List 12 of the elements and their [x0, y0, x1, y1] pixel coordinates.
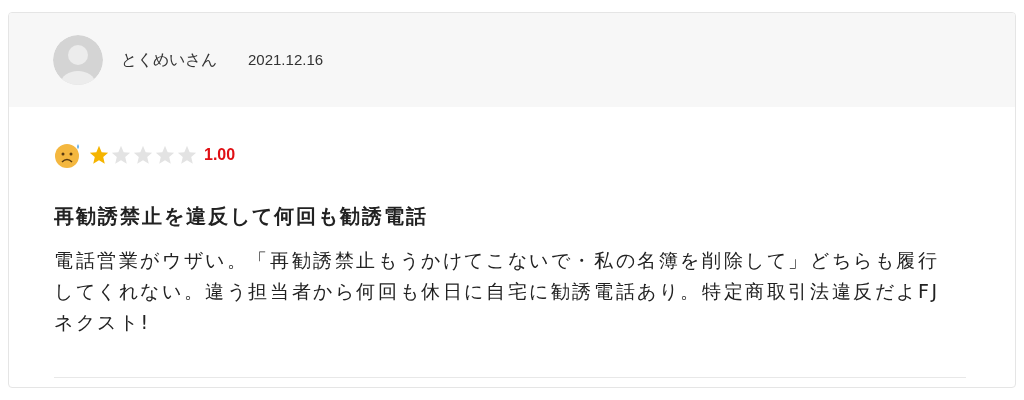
- avatar-icon: [53, 35, 103, 85]
- star-icon: [110, 144, 132, 166]
- star-icon: [88, 144, 110, 166]
- star-icon: [154, 144, 176, 166]
- star-icon: [132, 144, 154, 166]
- review-title: 再勧誘禁止を違反して何回も勧誘電話: [54, 203, 429, 230]
- review-date: 2021.12.16: [248, 49, 324, 70]
- rating-score: 1.00: [204, 145, 236, 165]
- star-icon: [176, 144, 198, 166]
- author-name: とくめいさん: [121, 50, 217, 70]
- sad-face-icon: [54, 142, 82, 168]
- review-text: 電話営業がウザい。「再勧誘禁止もうかけてこないで・私の名簿を削除して」どちらも履行してくれない。違う担当者から何回も休日に自宅に勧誘電話あり。特定商取引法違反だよFJネクスト!: [54, 248, 941, 335]
